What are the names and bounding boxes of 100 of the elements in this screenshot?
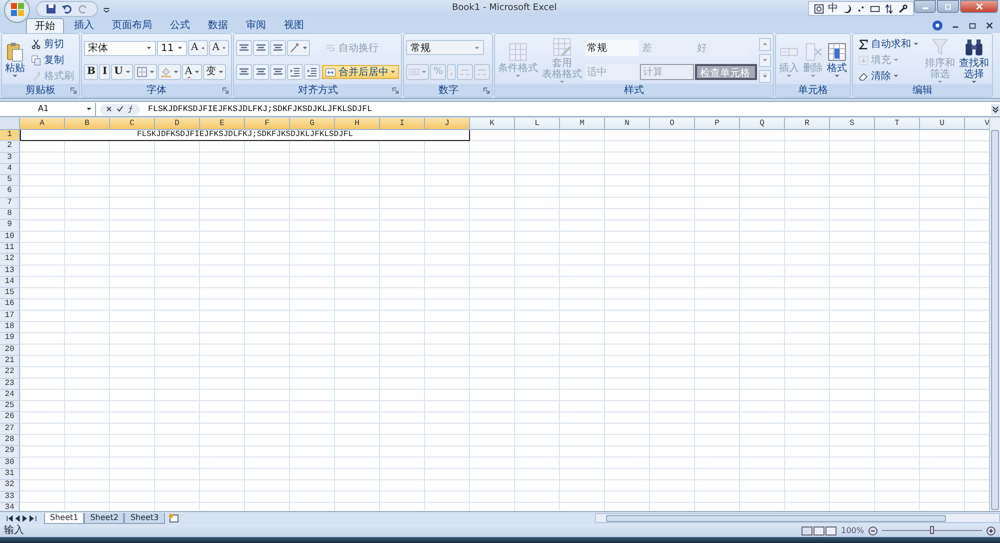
row-header[interactable]: 2: [0, 141, 20, 153]
ribbon-tab[interactable]: 数据: [200, 18, 236, 33]
row-header[interactable]: 31: [0, 468, 20, 480]
zoom-slider-thumb[interactable]: [930, 526, 934, 534]
row-header[interactable]: 28: [0, 435, 20, 446]
ime-logo-icon[interactable]: [814, 4, 824, 14]
row-header[interactable]: 5: [0, 175, 20, 186]
expand-icon[interactable]: [991, 104, 1000, 114]
row-header[interactable]: 6: [0, 186, 20, 198]
row-header[interactable]: 21: [0, 356, 20, 368]
column-header[interactable]: V: [965, 118, 989, 130]
toolbar-button[interactable]: A: [182, 64, 202, 80]
toolbar-button[interactable]: B: [84, 64, 98, 80]
row-header[interactable]: 29: [0, 446, 20, 458]
ribbon-tab[interactable]: 开始: [26, 18, 64, 33]
column-header[interactable]: M: [560, 118, 605, 130]
column-header[interactable]: D: [155, 118, 200, 130]
column-header[interactable]: C: [110, 118, 155, 130]
column-header[interactable]: L: [515, 118, 560, 130]
row-header[interactable]: 15: [0, 288, 20, 300]
row-header[interactable]: 18: [0, 322, 20, 334]
ribbon-button[interactable]: 自动求和: [855, 37, 922, 51]
zoom-in-icon[interactable]: [986, 526, 996, 536]
toolbar-button[interactable]: [236, 64, 252, 80]
column-header[interactable]: F: [245, 118, 290, 130]
scroll-thumb[interactable]: [991, 130, 999, 510]
row-header[interactable]: 4: [0, 164, 20, 176]
toolbar-button[interactable]: [134, 64, 157, 80]
dialog-launcher-icon[interactable]: [392, 87, 400, 94]
keyboard-icon[interactable]: [870, 4, 880, 14]
toolbar-button[interactable]: [253, 40, 270, 56]
save-icon[interactable]: [45, 2, 57, 14]
vertical-scrollbar[interactable]: [989, 118, 1000, 511]
toolbar-button[interactable]: A: [209, 40, 230, 56]
row-header[interactable]: 11: [0, 242, 20, 254]
column-header[interactable]: O: [650, 118, 695, 130]
function-icon[interactable]: [127, 105, 135, 113]
sheet-tab[interactable]: Sheet3: [124, 512, 165, 524]
wrench-icon[interactable]: [898, 4, 908, 14]
column-header[interactable]: B: [65, 118, 110, 130]
ribbon-button[interactable]: 剪切: [28, 37, 67, 51]
cell-grid[interactable]: FLSKJDFKSDJFIEJFKSJDLFKJ;SDKFJKSDJKLJFKLSDJFL: [20, 130, 989, 511]
row-header[interactable]: 3: [0, 152, 20, 164]
ribbon-button[interactable]: 合并后居中: [322, 65, 400, 79]
undo-icon[interactable]: [61, 2, 73, 14]
row-header[interactable]: 14: [0, 276, 20, 288]
toolbar-button[interactable]: 变: [203, 64, 226, 80]
restore-button[interactable]: [937, 0, 959, 13]
column-header[interactable]: K: [470, 118, 515, 130]
new-sheet-icon[interactable]: [166, 513, 181, 523]
row-header[interactable]: 19: [0, 333, 20, 345]
row-header[interactable]: 22: [0, 367, 20, 379]
column-header[interactable]: S: [830, 118, 875, 130]
row-header[interactable]: 9: [0, 220, 20, 232]
check-icon[interactable]: [116, 105, 124, 113]
horizontal-scrollbar[interactable]: [595, 513, 1000, 523]
column-header[interactable]: I: [380, 118, 425, 130]
row-header[interactable]: 12: [0, 254, 20, 266]
column-header[interactable]: R: [785, 118, 830, 130]
dropdown-field[interactable]: 11: [157, 40, 187, 56]
row-header[interactable]: 20: [0, 344, 20, 356]
column-header[interactable]: P: [695, 118, 740, 130]
ribbon-tab[interactable]: 视图: [276, 18, 312, 33]
column-header[interactable]: N: [605, 118, 650, 130]
row-header[interactable]: 25: [0, 401, 20, 412]
dropdown-field[interactable]: 宋体: [84, 40, 156, 56]
dialog-launcher-icon[interactable]: [70, 87, 77, 94]
toolbar-button[interactable]: [287, 64, 304, 80]
dialog-launcher-icon[interactable]: [222, 87, 230, 94]
ribbon-button[interactable]: 复制: [28, 53, 67, 67]
column-header[interactable]: T: [875, 118, 920, 130]
ribbon-tab[interactable]: 公式: [162, 18, 198, 33]
toolbar-button[interactable]: [158, 64, 181, 80]
cell-style-option[interactable]: 常规: [585, 40, 640, 56]
sheet-tab[interactable]: Sheet1: [44, 512, 84, 524]
column-header[interactable]: Q: [740, 118, 785, 130]
sheet-tab[interactable]: Sheet2: [84, 512, 124, 524]
minimize-button[interactable]: [914, 0, 936, 13]
row-header[interactable]: 23: [0, 378, 20, 390]
toolbar-button[interactable]: [253, 64, 270, 80]
office-logo-button[interactable]: [4, 0, 30, 22]
row-header[interactable]: 7: [0, 198, 20, 210]
arrows-icon[interactable]: [884, 4, 894, 14]
ribbon-tab[interactable]: 审阅: [238, 18, 274, 33]
toolbar-button[interactable]: A: [188, 40, 208, 56]
row-header[interactable]: 30: [0, 458, 20, 469]
ribbon-button[interactable]: 格式: [826, 42, 848, 78]
punctuation-icon[interactable]: [856, 4, 866, 14]
column-header[interactable]: U: [920, 118, 965, 130]
close-icon[interactable]: [985, 21, 994, 30]
row-header[interactable]: 1: [0, 130, 20, 142]
toolbar-button[interactable]: I: [99, 64, 110, 80]
ribbon-button[interactable]: 粘贴: [4, 42, 26, 78]
view-buttons-icon[interactable]: [801, 526, 838, 536]
close-button[interactable]: [960, 0, 998, 13]
toolbar-button[interactable]: [287, 40, 310, 56]
dialog-launcher-icon[interactable]: [483, 87, 490, 94]
column-header[interactable]: G: [290, 118, 335, 130]
ribbon-button[interactable]: 查找和 选择: [958, 36, 990, 84]
input-mode-label[interactable]: 中: [828, 3, 838, 14]
